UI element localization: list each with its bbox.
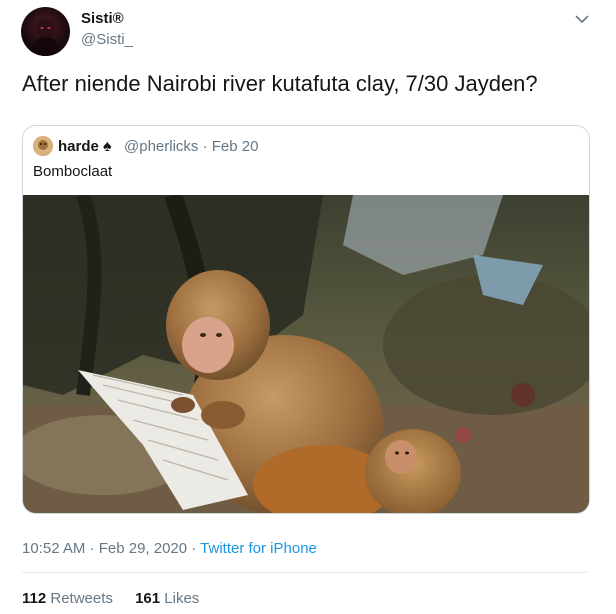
tweet-stats: 112 Retweets 161 Likes <box>22 589 199 609</box>
quoted-tweet[interactable]: harde ♠ @pherlicks · Feb 20 Bomboclaat <box>22 125 590 514</box>
tweet-timestamp: 10:52 AM · Feb 29, 2020 · Twitter for iP… <box>22 539 317 559</box>
quoted-handle-date: @pherlicks · Feb 20 <box>124 138 259 155</box>
user-handle[interactable]: @Sisti_ <box>81 30 133 50</box>
quoted-display-name[interactable]: harde <box>58 137 99 157</box>
tweet-source-link[interactable]: Twitter for iPhone <box>200 540 317 557</box>
tweet-text: After niende Nairobi river kutafuta clay… <box>22 71 538 96</box>
spade-emoji: ♠ <box>103 138 112 155</box>
divider <box>22 572 588 573</box>
avatar[interactable] <box>21 7 70 56</box>
retweets-label: Retweets <box>50 590 113 607</box>
display-name[interactable]: Sisti® <box>81 9 124 29</box>
chevron-down-icon[interactable] <box>573 10 591 28</box>
likes-stat[interactable]: 161 Likes <box>135 590 199 607</box>
likes-label: Likes <box>164 590 200 607</box>
tweet: Sisti® @Sisti_ After niende Nairobi rive… <box>0 0 616 614</box>
tweet-time[interactable]: 10:52 AM · Feb 29, 2020 · <box>22 540 200 557</box>
quoted-avatar[interactable] <box>33 136 53 156</box>
quoted-photo[interactable] <box>23 195 589 513</box>
likes-count: 161 <box>135 590 161 607</box>
retweets-stat[interactable]: 112 Retweets <box>22 590 113 607</box>
quoted-tweet-text: Bomboclaat <box>33 163 113 180</box>
retweets-count: 112 <box>22 590 47 607</box>
